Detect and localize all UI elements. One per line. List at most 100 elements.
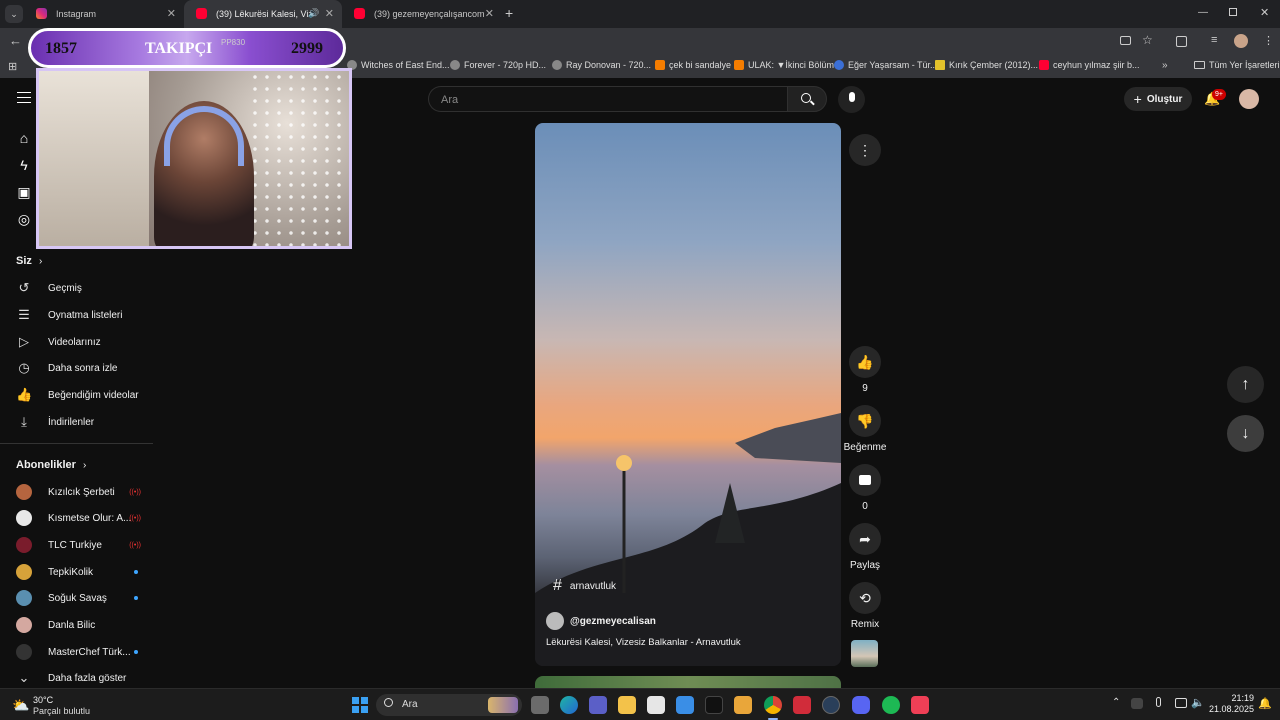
subscription-item[interactable]: Kısmetse Olur: A... ((•))	[16, 506, 141, 530]
comments-button[interactable]	[849, 464, 881, 496]
subscription-item[interactable]: Danla Bilic	[16, 613, 141, 637]
search-input[interactable]: Ara	[428, 86, 787, 112]
weather-temp: 30°C	[33, 695, 54, 705]
next-short-preview[interactable]	[535, 676, 841, 688]
spotify-icon[interactable]	[882, 696, 900, 714]
apps-icon[interactable]: ⊞	[8, 60, 17, 73]
window-close-button[interactable]: ✕	[1260, 6, 1269, 19]
start-button[interactable]	[352, 697, 368, 713]
dislike-button[interactable]: 👎	[849, 405, 881, 437]
subscription-item[interactable]: Soğuk Savaş	[16, 586, 141, 610]
media-player-icon[interactable]	[734, 696, 752, 714]
sidebar-item-playlists[interactable]: ☰ Oynatma listeleri	[16, 303, 122, 327]
dislike-label: Beğenme	[843, 442, 887, 453]
close-icon[interactable]: ✕	[485, 7, 494, 20]
new-tab-button[interactable]: +	[505, 5, 513, 21]
media-control-icon[interactable]: ≡	[1211, 34, 1217, 46]
sidebar-item-your-videos[interactable]: ▷ Videolarınız	[16, 330, 101, 354]
subscriptions-icon[interactable]: ▣	[16, 184, 32, 200]
bookmark-item[interactable]: çek bi sandalye	[655, 60, 731, 70]
sidebar-item-watch-later[interactable]: ◷ Daha sonra izle	[16, 356, 117, 380]
tab-title: (39) gezemeyençalışancom - Yo	[374, 9, 486, 19]
edge-icon[interactable]	[560, 696, 578, 714]
extensions-icon[interactable]	[1176, 36, 1187, 47]
windows-taskbar: ⛅ 30°C Parçalı bulutlu Ara ⌃ 🔈 21:19 21.…	[0, 688, 1280, 720]
sound-thumbnail[interactable]	[851, 640, 878, 667]
more-bookmarks-icon[interactable]: »	[1162, 60, 1168, 71]
subscription-item[interactable]: Kızılcık Şerbeti ((•))	[16, 480, 141, 504]
bookmark-item[interactable]: Ray Donovan - 720...	[552, 60, 651, 70]
pocket-icon[interactable]	[911, 696, 929, 714]
shorts-icon[interactable]: ϟ	[16, 157, 32, 173]
bookmark-item[interactable]: ULAK: ▼İkinci Bölüm	[734, 60, 834, 70]
restore-button[interactable]	[1229, 8, 1237, 16]
next-short-button[interactable]: ↓	[1227, 415, 1264, 452]
remix-button[interactable]: ⟲	[849, 582, 881, 614]
menu-icon[interactable]	[17, 92, 31, 103]
home-icon[interactable]: ⌂	[16, 130, 32, 146]
bookmark-item[interactable]: Witches of East End...	[347, 60, 450, 70]
steam-icon[interactable]	[822, 696, 840, 714]
account-avatar[interactable]	[1239, 89, 1259, 109]
hashtag-chip[interactable]: # arnavutluk	[553, 577, 616, 595]
tab-channel[interactable]: (39) gezemeyençalışancom - Yo ✕	[342, 0, 502, 28]
more-options-button[interactable]: ⋮	[849, 134, 881, 166]
create-button[interactable]: + Oluştur	[1124, 87, 1192, 111]
microphone-icon[interactable]	[1156, 697, 1161, 707]
close-icon[interactable]: ✕	[325, 7, 334, 20]
sidebar-item-liked[interactable]: 👍 Beğendiğim videolar	[16, 383, 139, 407]
minimize-button[interactable]: —	[1198, 7, 1208, 18]
subscription-item[interactable]: TepkiKolik	[16, 560, 141, 584]
voice-search-button[interactable]	[838, 86, 865, 113]
subscriptions-section-title[interactable]: Abonelikler ›	[16, 459, 86, 471]
weather-widget[interactable]: ⛅ 30°C Parçalı bulutlu	[10, 693, 130, 717]
bookmark-item[interactable]: Kırık Çember (2012)...	[935, 60, 1038, 70]
chrome-icon[interactable]	[764, 696, 782, 714]
bookmark-star-icon[interactable]: ☆	[1142, 33, 1153, 47]
install-app-icon[interactable]	[1120, 36, 1131, 45]
profile-avatar[interactable]	[1234, 34, 1248, 48]
like-action: 👍 9	[849, 346, 881, 394]
channel-row[interactable]: @gezmeyecalisan	[546, 612, 656, 630]
siz-section-title[interactable]: Siz ›	[16, 255, 42, 267]
photos-icon[interactable]	[676, 696, 694, 714]
notification-center-icon[interactable]: 🔔	[1258, 697, 1272, 710]
tab-active-short[interactable]: (39) Lëkurësi Kalesi, Vizesiz 🔊 ✕	[184, 0, 342, 28]
subscription-item[interactable]: MasterChef Türk...	[16, 640, 141, 664]
task-view-icon[interactable]	[531, 696, 549, 714]
like-button[interactable]: 👍	[849, 346, 881, 378]
tab-instagram[interactable]: Instagram ✕	[24, 0, 184, 28]
file-explorer-icon[interactable]	[618, 696, 636, 714]
tiktok-icon[interactable]	[705, 696, 723, 714]
share-button[interactable]: ➦	[849, 523, 881, 555]
teams-icon[interactable]	[589, 696, 607, 714]
speaker-icon[interactable]: 🔊	[308, 8, 319, 19]
tray-chevron-icon[interactable]: ⌃	[1112, 697, 1120, 708]
sidebar-item-downloads[interactable]: ⤓ İndirilenler	[16, 410, 94, 434]
search-button[interactable]	[787, 86, 827, 112]
sidebar-item-history[interactable]: ↺ Geçmiş	[16, 276, 82, 300]
close-icon[interactable]: ✕	[167, 7, 176, 20]
discord-icon[interactable]	[852, 696, 870, 714]
tab-search-button[interactable]: ⌄	[5, 5, 23, 23]
browser-menu-icon[interactable]: ⋮	[1263, 34, 1274, 47]
taskbar-search-box[interactable]: Ara	[376, 694, 522, 716]
all-bookmarks-folder[interactable]: Tüm Yer İşaretleri	[1194, 60, 1280, 70]
back-icon[interactable]: ←	[9, 33, 22, 48]
bookmark-item[interactable]: Eğer Yaşarsam - Tür...	[834, 60, 938, 70]
network-icon[interactable]	[1175, 698, 1187, 708]
store-icon[interactable]	[647, 696, 665, 714]
new-content-dot	[134, 596, 138, 600]
bookmark-item[interactable]: Forever - 720p HD...	[450, 60, 546, 70]
app-icon-red[interactable]	[793, 696, 811, 714]
volume-icon[interactable]: 🔈	[1191, 696, 1205, 709]
bookmark-item[interactable]: ceyhun yılmaz şiir b...	[1039, 60, 1140, 70]
tray-app-icon[interactable]	[1131, 698, 1143, 709]
show-more-button[interactable]: ⌄ Daha fazla göster	[16, 666, 127, 690]
you-icon[interactable]: ◎	[16, 211, 32, 227]
previous-short-button[interactable]: ↑	[1227, 366, 1264, 403]
short-video-player[interactable]: # arnavutluk @gezmeyecalisan Lëkurësi Kal…	[535, 123, 841, 666]
short-title[interactable]: Lëkurësi Kalesi, Vizesiz Balkanlar - Arn…	[546, 637, 741, 648]
subscription-item[interactable]: TLC Turkiye ((•))	[16, 533, 141, 557]
clock[interactable]: 21:19 21.08.2025	[1208, 693, 1254, 715]
